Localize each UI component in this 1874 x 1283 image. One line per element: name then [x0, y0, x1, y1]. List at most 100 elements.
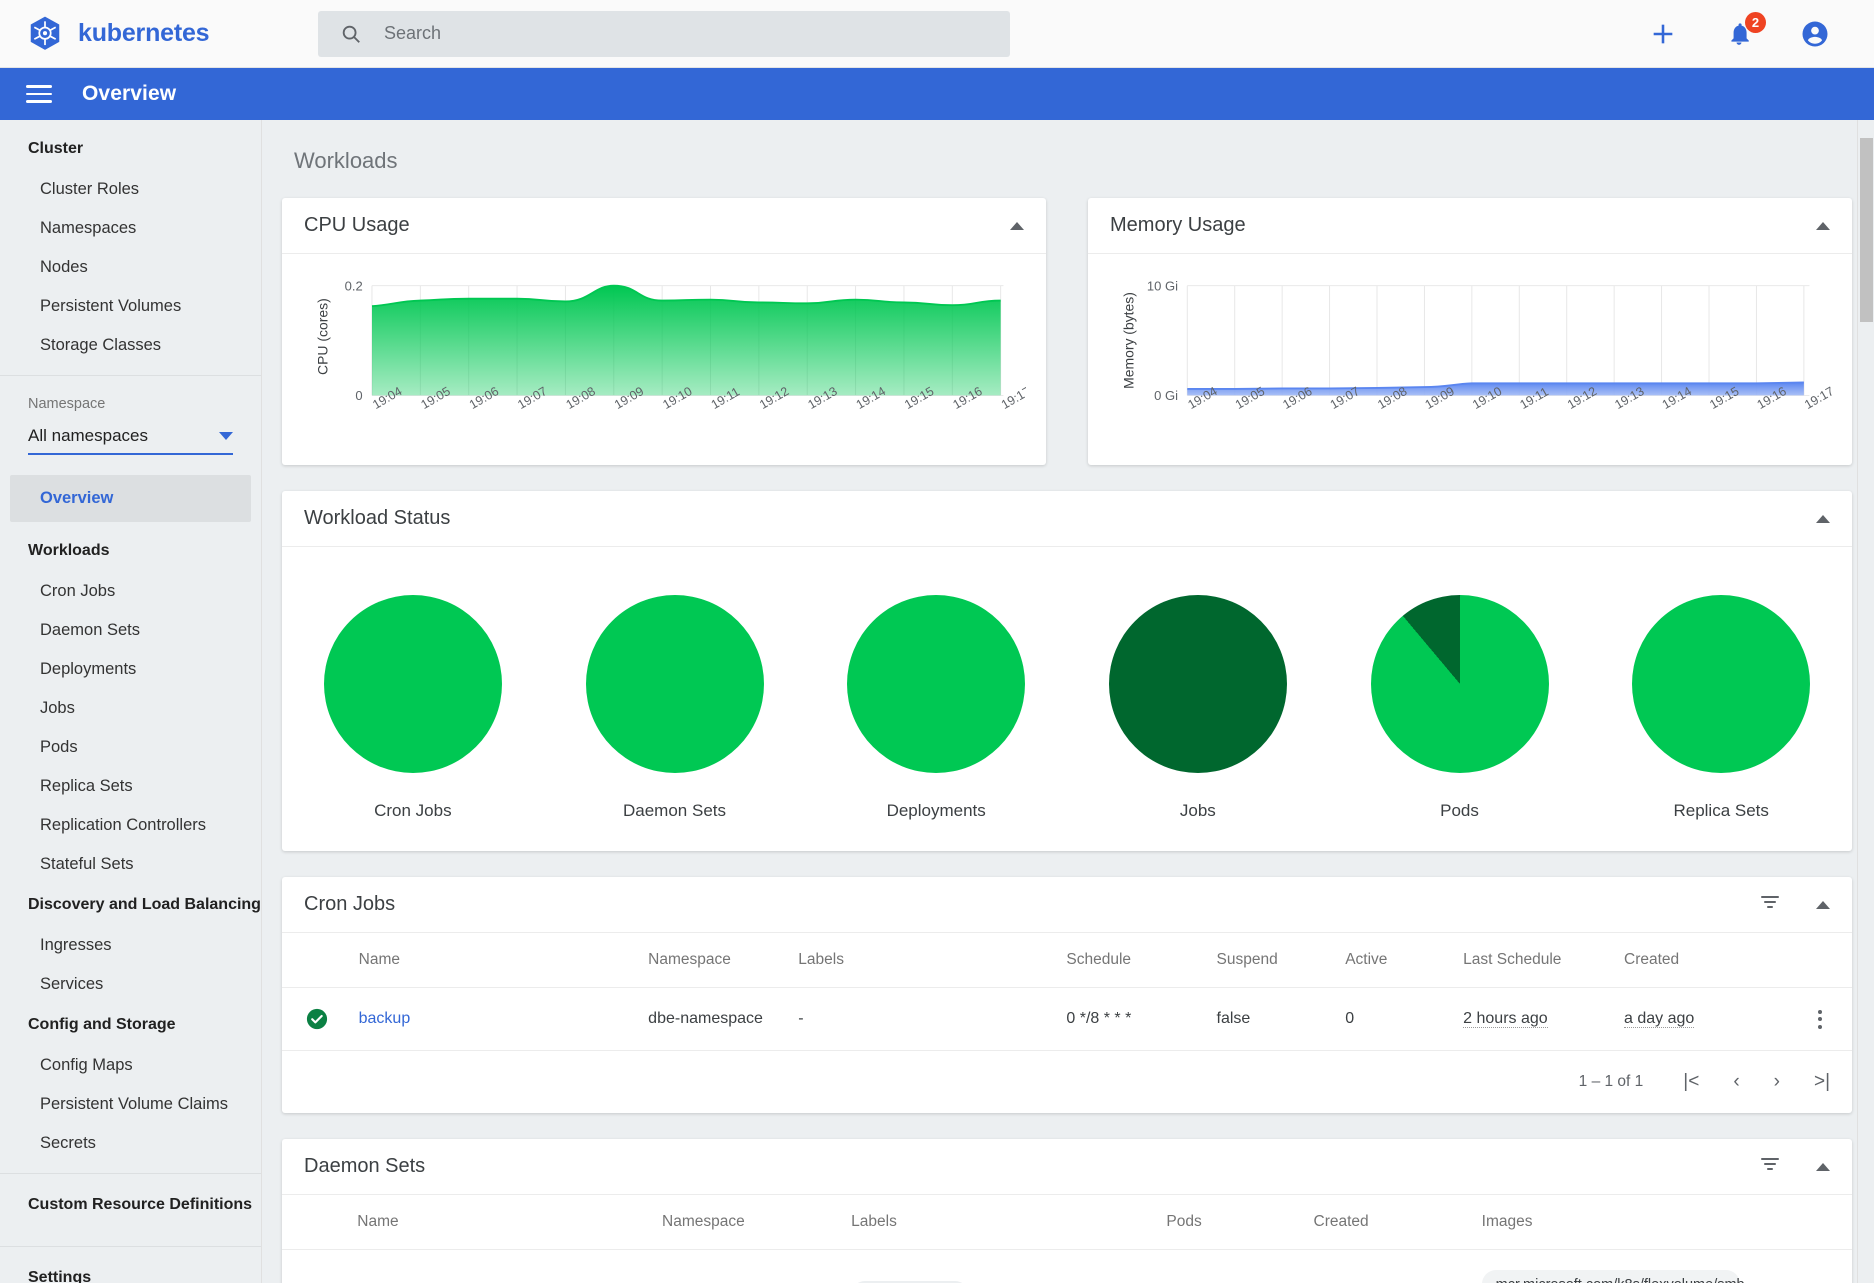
chevron-up-icon[interactable]	[1816, 222, 1830, 230]
col-suspend[interactable]: Suspend	[1209, 933, 1338, 988]
sidebar-item-nodes[interactable]: Nodes	[0, 248, 261, 287]
sidebar-item-settings[interactable]: Settings	[0, 1247, 261, 1283]
pie-label-jobs: Jobs	[1180, 801, 1216, 821]
chevron-up-icon[interactable]	[1816, 901, 1830, 909]
sidebar-item-services[interactable]: Services	[0, 965, 261, 1004]
page-heading: Workloads	[282, 120, 1852, 198]
cron-jobs-pager: 1 – 1 of 1 |< ‹ › >|	[282, 1051, 1852, 1113]
table-row[interactable]: smb-flexvol-installer dbe-namespace k8s-…	[282, 1250, 1852, 1283]
pie-chart-cron-jobs	[324, 595, 502, 773]
sidebar-item-storage-classes[interactable]: Storage Classes	[0, 326, 261, 365]
pager-first-button[interactable]: |<	[1683, 1071, 1699, 1093]
col-created[interactable]: Created	[1306, 1195, 1474, 1250]
cron-jobs-card-header: Cron Jobs	[282, 877, 1852, 933]
row-name[interactable]: smb-flexvol-installer	[349, 1250, 654, 1283]
col-active[interactable]: Active	[1337, 933, 1455, 988]
chevron-up-icon[interactable]	[1816, 1163, 1830, 1171]
sidebar-item-ingresses[interactable]: Ingresses	[0, 926, 261, 965]
pager-prev-button[interactable]: ‹	[1733, 1071, 1739, 1093]
sidebar-group-workloads: Workloads	[0, 530, 261, 572]
col-created[interactable]: Created	[1616, 933, 1788, 988]
sidebar-item-secrets[interactable]: Secrets	[0, 1124, 261, 1163]
plus-icon[interactable]	[1646, 17, 1680, 51]
row-actions[interactable]	[1788, 988, 1852, 1051]
row-active: 0	[1337, 988, 1455, 1051]
sidebar-item-persistent-volumes[interactable]: Persistent Volumes	[0, 287, 261, 326]
sidebar-item-jobs[interactable]: Jobs	[0, 689, 261, 728]
col-schedule[interactable]: Schedule	[1058, 933, 1208, 988]
col-namespace[interactable]: Namespace	[654, 1195, 843, 1250]
search-icon	[340, 23, 362, 45]
sidebar-item-config-maps[interactable]: Config Maps	[0, 1046, 261, 1085]
svg-text:0.2: 0.2	[345, 278, 363, 293]
sidebar-item-cron-jobs[interactable]: Cron Jobs	[0, 572, 261, 611]
notification-badge: 2	[1745, 12, 1766, 33]
row-images: mcr.microsoft.com/k8s/flexvolume/smb-fle…	[1474, 1250, 1789, 1283]
col-labels[interactable]: Labels	[790, 933, 1058, 988]
more-vert-icon[interactable]	[1796, 1010, 1844, 1029]
sidebar-item-replica-sets[interactable]: Replica Sets	[0, 767, 261, 806]
col-pods[interactable]: Pods	[1158, 1195, 1305, 1250]
cron-jobs-table: Name Namespace Labels Schedule Suspend A…	[282, 933, 1852, 1051]
chevron-up-icon[interactable]	[1010, 222, 1024, 230]
pager-next-button[interactable]: ›	[1774, 1071, 1780, 1093]
workload-status-card-header: Workload Status	[282, 491, 1852, 547]
row-actions[interactable]	[1789, 1250, 1852, 1283]
col-labels[interactable]: Labels	[843, 1195, 1158, 1250]
pie-label-replica-sets: Replica Sets	[1673, 801, 1768, 821]
sidebar-item-stateful-sets[interactable]: Stateful Sets	[0, 845, 261, 884]
row-namespace: dbe-namespace	[640, 988, 790, 1051]
col-namespace[interactable]: Namespace	[640, 933, 790, 988]
sidebar-item-namespaces[interactable]: Namespaces	[0, 209, 261, 248]
kubernetes-wheel-icon	[26, 15, 64, 53]
pie-chart-jobs	[1109, 595, 1287, 773]
sidebar-item-replication-controllers[interactable]: Replication Controllers	[0, 806, 261, 845]
pager-last-button[interactable]: >|	[1814, 1071, 1830, 1093]
created-value: a day ago	[1624, 1010, 1694, 1028]
namespace-selector-block: Namespace All namespaces	[0, 376, 261, 461]
pie-chart-deployments	[847, 595, 1025, 773]
col-status	[282, 933, 351, 988]
image-chip: mcr.microsoft.com/k8s/flexvolume/smb-fle…	[1482, 1270, 1740, 1283]
cron-job-link[interactable]: backup	[359, 1010, 411, 1027]
svg-text:Memory (bytes): Memory (bytes)	[1120, 292, 1136, 389]
sidebar-item-overview[interactable]: Overview	[10, 475, 251, 522]
row-labels: -	[790, 988, 1058, 1051]
sidebar-item-cluster-roles[interactable]: Cluster Roles	[0, 170, 261, 209]
sidebar-item-persistent-volume-claims[interactable]: Persistent Volume Claims	[0, 1085, 261, 1124]
filter-list-icon[interactable]	[1758, 890, 1782, 919]
search-bar[interactable]	[318, 11, 1010, 57]
row-name[interactable]: backup	[351, 988, 641, 1051]
hamburger-menu-icon[interactable]	[26, 85, 52, 103]
kubernetes-dashboard: kubernetes 2	[0, 0, 1874, 1283]
svg-text:10 Gi: 10 Gi	[1147, 278, 1178, 293]
bell-icon[interactable]: 2	[1722, 17, 1756, 51]
svg-text:19:17: 19:17	[999, 384, 1026, 412]
memory-usage-card: Memory Usage	[1088, 198, 1852, 465]
filter-list-icon[interactable]	[1758, 1152, 1782, 1181]
workload-status-card: Workload Status Cron Jobs Daemon Sets	[282, 491, 1852, 851]
table-row[interactable]: backup dbe-namespace - 0 */8 * * * false…	[282, 988, 1852, 1051]
cron-jobs-header-row: Name Namespace Labels Schedule Suspend A…	[282, 933, 1852, 988]
pie-chart-daemon-sets	[586, 595, 764, 773]
col-name[interactable]: Name	[351, 933, 641, 988]
memory-usage-card-header: Memory Usage	[1088, 198, 1852, 254]
brand[interactable]: kubernetes	[26, 15, 288, 53]
namespace-select[interactable]: All namespaces	[28, 426, 233, 455]
col-images[interactable]: Images	[1474, 1195, 1789, 1250]
pie-cell-replica-sets: Replica Sets	[1590, 595, 1852, 821]
sidebar-item-pods[interactable]: Pods	[0, 728, 261, 767]
cpu-usage-title: CPU Usage	[304, 214, 410, 237]
sidebar-item-custom-resource-definitions[interactable]: Custom Resource Definitions	[0, 1174, 261, 1236]
col-last-schedule[interactable]: Last Schedule	[1455, 933, 1616, 988]
sidebar-item-deployments[interactable]: Deployments	[0, 650, 261, 689]
sidebar-item-daemon-sets[interactable]: Daemon Sets	[0, 611, 261, 650]
svg-text:CPU (cores): CPU (cores)	[314, 298, 330, 375]
vertical-scrollbar[interactable]	[1857, 120, 1874, 1283]
col-name[interactable]: Name	[349, 1195, 654, 1250]
scrollbar-thumb[interactable]	[1860, 138, 1873, 322]
chevron-up-icon[interactable]	[1816, 515, 1830, 523]
search-input[interactable]	[384, 23, 988, 44]
account-circle-icon[interactable]	[1798, 17, 1832, 51]
pie-chart-replica-sets	[1632, 595, 1810, 773]
